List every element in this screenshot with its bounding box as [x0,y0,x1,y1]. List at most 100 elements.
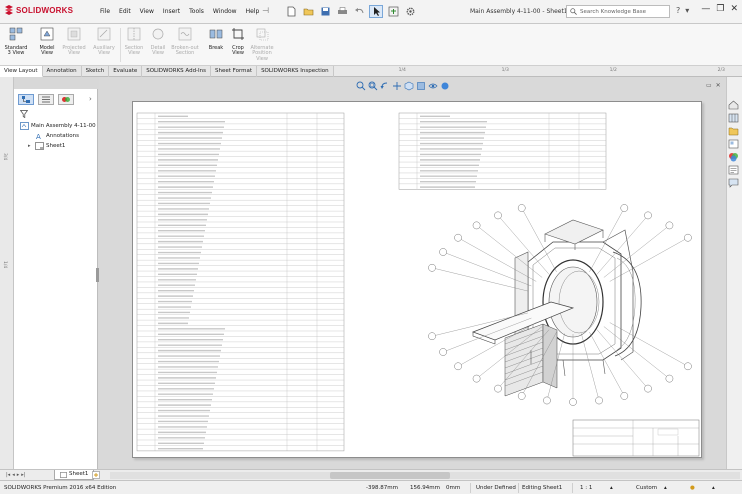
ribbon-label: View [68,50,80,56]
undo-button[interactable] [352,5,366,18]
view-orientation-button[interactable] [404,81,414,91]
section-view-button[interactable]: Section View [122,27,146,65]
balloon [439,348,447,356]
tree-item-sheet1[interactable]: ▸ Sheet1 [20,141,96,151]
display-manager-tab[interactable] [58,94,74,105]
restore-icon[interactable]: ❐ [716,4,724,14]
projected-view-button[interactable]: Projected View [62,27,86,65]
hide-show-button[interactable] [428,81,438,91]
solidworks-logo-icon [5,5,13,15]
sheet-tab-sheet1[interactable]: Sheet1 [54,470,95,480]
appearance-button[interactable] [440,81,450,91]
menu-file[interactable]: File [100,8,110,15]
status-edit-mode: Editing Sheet1 [522,485,563,491]
pan-icon [393,82,401,90]
display-style-button[interactable] [416,81,426,91]
drawing-sheet[interactable] [132,101,702,458]
save-button[interactable] [318,5,332,18]
status-units-dropdown-icon[interactable]: ▴ [664,485,667,491]
rebuild-button[interactable] [386,5,400,18]
ruler-mark: 1/4 [2,261,7,269]
options-button[interactable] [403,5,417,18]
help-icon[interactable]: ? [676,6,680,15]
alternate-position-view-button[interactable]: Alternate Position View [248,27,276,65]
task-pane-appearances[interactable] [728,152,739,162]
cube-icon [404,81,414,91]
broken-out-section-button[interactable]: Broken-out Section [170,27,200,65]
zoom-to-area-button[interactable] [368,81,378,91]
restore-viewport-icon[interactable]: ▭ [706,82,712,89]
task-pane-forum[interactable] [728,178,739,188]
ribbon-label: View [128,50,140,56]
expand-icon[interactable]: ▸ [28,141,34,151]
task-pane-view-palette[interactable] [728,139,739,149]
tree-root-item[interactable]: Main Assembly 4-11-00 [20,121,96,131]
detail-view-button[interactable]: Detail View [146,27,170,65]
solidworks-logo[interactable]: SOLIDWORKS [4,5,73,15]
task-pane-file-explorer[interactable] [728,126,739,136]
projected-view-icon [67,27,81,41]
filter-icon[interactable] [20,110,28,118]
new-document-button[interactable] [284,5,298,18]
menu-help[interactable]: Help [246,8,260,15]
tab-evaluate[interactable]: Evaluate [109,66,143,77]
auxiliary-view-button[interactable]: Auxiliary View [92,27,116,65]
tab-sketch[interactable]: Sketch [82,66,110,77]
select-button[interactable] [369,5,383,18]
tab-sheet-format[interactable]: Sheet Format [211,66,258,77]
close-icon[interactable]: ✕ [730,4,738,14]
task-pane-solidworks-resources[interactable] [728,100,739,110]
minimize-icon[interactable]: — [701,4,710,14]
tree-item-annotations[interactable]: A Annotations [20,131,96,141]
balloon-leader [432,267,528,292]
close-viewport-icon[interactable]: ✕ [716,82,721,89]
task-pane-design-library[interactable] [728,113,739,123]
horizontal-scrollbar-thumb[interactable] [330,472,450,479]
status-units[interactable]: Custom [636,485,657,491]
add-sheet-icon[interactable] [92,471,101,479]
model-view-button[interactable]: Model View [35,27,59,65]
print-button[interactable] [335,5,349,18]
property-manager-tab[interactable] [38,94,54,105]
rebuild-status-icon[interactable]: ● [690,485,695,491]
open-button[interactable] [301,5,315,18]
knowledge-base-search[interactable]: Search Knowledge Base [566,5,670,18]
menu-edit[interactable]: Edit [119,8,131,15]
status-scale[interactable]: 1 : 1 [580,485,592,491]
ribbon-label: Break [208,44,224,51]
balloon-leader [609,237,688,282]
status-scale-dropdown-icon[interactable]: ▴ [610,485,613,491]
menu-insert[interactable]: Insert [163,8,180,15]
ribbon-label: 3 View [7,50,25,56]
break-button[interactable]: Break [204,27,228,65]
pan-button[interactable] [392,81,402,91]
crop-view-icon [232,28,244,40]
task-pane-custom-properties[interactable] [728,165,739,175]
balloon [543,396,551,405]
help-dropdown-icon[interactable]: ▾ [685,6,689,15]
graphics-area[interactable] [99,77,726,469]
tab-annotation[interactable]: Annotation [43,66,82,77]
standard-3-view-button[interactable]: Standard 3 View [4,27,28,65]
menu-tools[interactable]: Tools [189,8,204,15]
menu-window[interactable]: Window [213,8,237,15]
menu-pin-icon[interactable]: ⊣ [262,6,269,15]
tab-view-layout[interactable]: View Layout [0,66,43,77]
zoom-to-fit-button[interactable] [356,81,366,91]
feature-manager-tab[interactable] [18,94,34,105]
next-sheet-icon[interactable]: ▸ [17,472,20,478]
last-sheet-icon[interactable]: ▸| [21,472,25,478]
exploded-assembly-view [472,219,642,397]
menu-view[interactable]: View [140,8,154,15]
balloon [644,211,652,220]
broken-out-section-icon [178,27,192,41]
first-sheet-icon[interactable]: |◂ [6,472,10,478]
tab-solidworks-add-ins[interactable]: SOLIDWORKS Add-Ins [142,66,212,77]
status-expand-icon[interactable]: ▴ [712,485,715,491]
chevron-right-icon[interactable]: › [89,95,92,103]
crop-view-button[interactable]: Crop View [226,27,250,65]
tab-solidworks-inspection[interactable]: SOLIDWORKS Inspection [257,66,334,77]
balloon [644,384,652,393]
previous-sheet-icon[interactable]: ◂ [12,472,15,478]
previous-view-button[interactable] [380,81,390,91]
